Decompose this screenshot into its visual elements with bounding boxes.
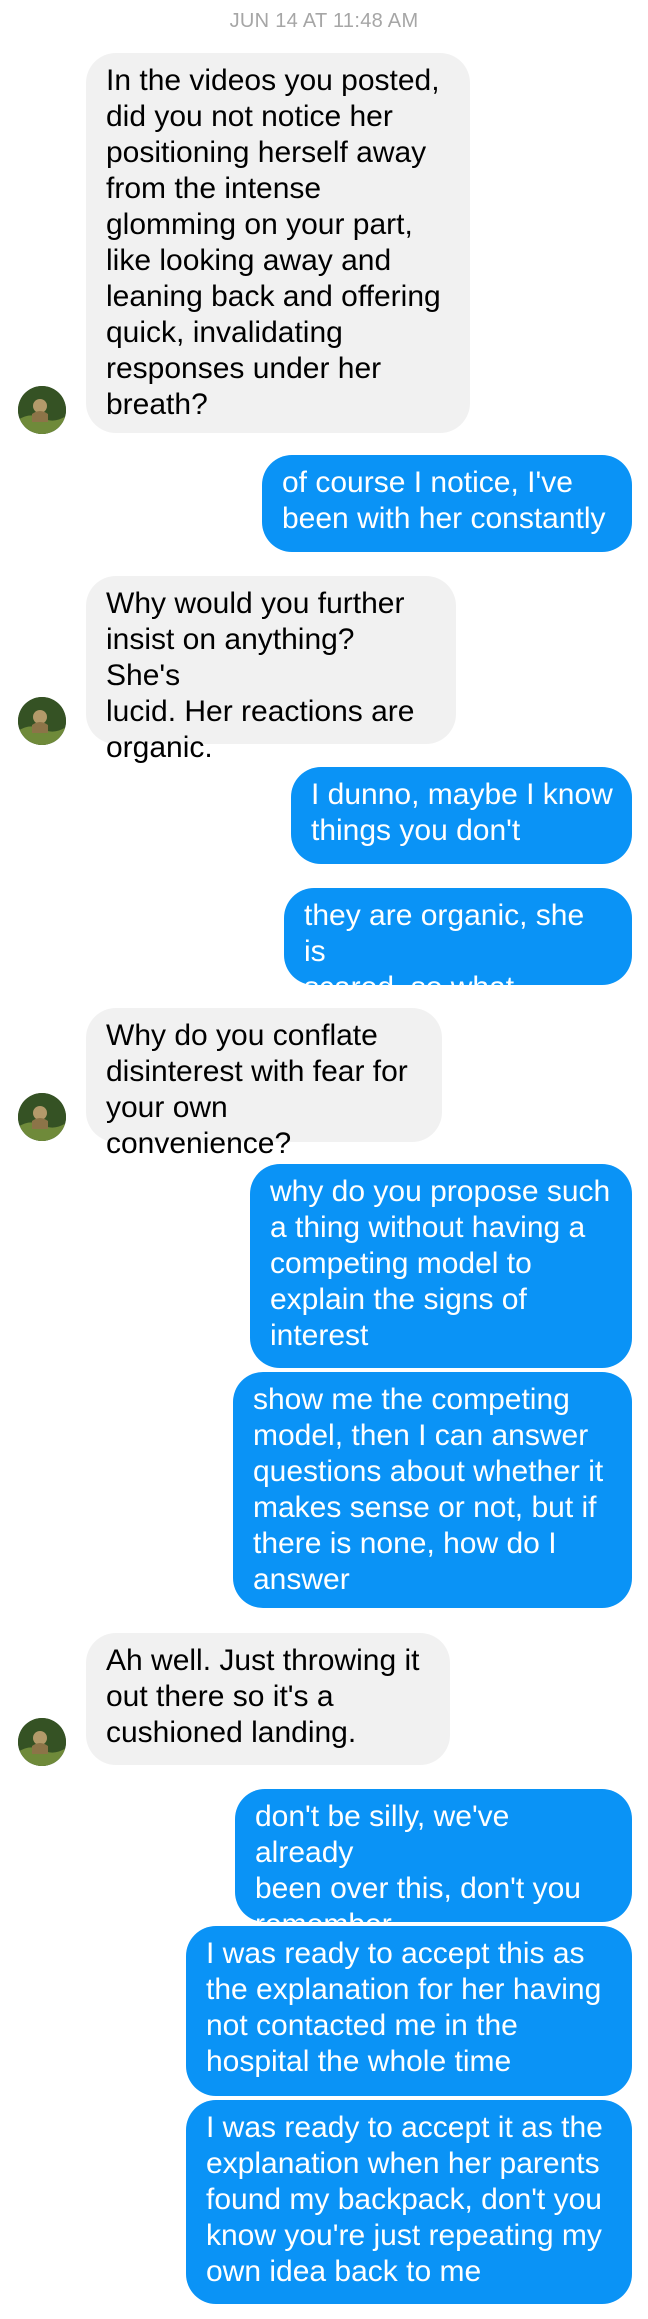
avatar-photo-icon [18,1093,66,1141]
conversation-timestamp: JUN 14 AT 11:48 AM [229,10,419,32]
avatar-photo-icon [18,697,66,745]
avatar-photo-icon [18,1718,66,1766]
avatar-photo-icon [18,386,66,434]
contact-avatar[interactable] [18,386,66,434]
incoming-message[interactable]: Why do you conflate disinterest with fea… [86,1008,442,1160]
outgoing-message[interactable]: I was ready to accept it as the explanat… [186,2100,632,2304]
outgoing-message[interactable]: I was ready to accept this as the explan… [186,1926,632,2096]
incoming-message[interactable]: In the videos you posted, did you not no… [86,53,470,433]
contact-avatar[interactable] [18,1093,66,1141]
outgoing-message[interactable]: why do you propose such a thing without … [250,1164,632,1368]
outgoing-message[interactable]: they are organic, she is scared, so what [284,888,632,1004]
contact-avatar[interactable] [18,697,66,745]
outgoing-message[interactable]: don't be silly, we've already been over … [235,1789,632,1941]
incoming-message[interactable]: Why would you further insist on anything… [86,576,456,764]
contact-avatar[interactable] [18,1718,66,1766]
outgoing-message[interactable]: I dunno, maybe I know things you don't [291,767,632,864]
outgoing-message[interactable]: show me the competing model, then I can … [233,1372,632,1608]
outgoing-message[interactable]: of course I notice, I've been with her c… [262,455,632,552]
incoming-message[interactable]: Ah well. Just throwing it out there so i… [86,1633,450,1765]
